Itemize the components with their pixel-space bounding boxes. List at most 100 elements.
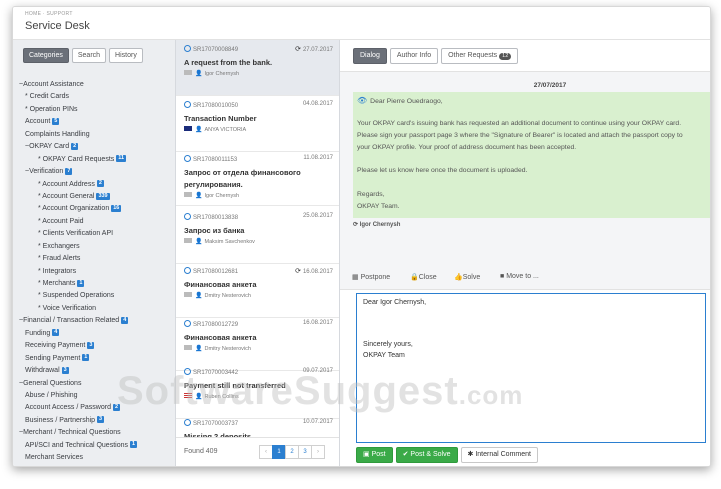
ticket-row[interactable]: SR17080012681 ⟳ 16.08.2017 Финансовая анкет…: [176, 262, 339, 318]
internal-comment-button[interactable]: ✱ Internal Comment: [460, 447, 538, 463]
category-item[interactable]: * Clients Verification API: [19, 228, 171, 240]
category-item[interactable]: * Voice Verification: [19, 303, 171, 315]
category-item[interactable]: * Exchangers: [19, 241, 171, 253]
category-item[interactable]: Merchant Services: [19, 452, 171, 464]
prev-page-button[interactable]: ‹: [259, 445, 273, 459]
tab-categories[interactable]: Categories: [23, 48, 69, 63]
category-item[interactable]: Account 5: [19, 116, 171, 128]
category-item[interactable]: * Fraud Alerts: [19, 253, 171, 265]
category-item[interactable]: * Operation PINs: [19, 104, 171, 116]
tab-search[interactable]: Search: [71, 48, 107, 63]
category-item[interactable]: * Account Paid: [19, 216, 171, 228]
category-item[interactable]: * Account Address 2: [19, 179, 171, 191]
tab-history[interactable]: History: [109, 48, 143, 63]
breadcrumb[interactable]: HOME · SUPPORT: [25, 11, 73, 17]
message-signature: OKPAY Team.: [357, 203, 400, 210]
ticket-row[interactable]: SR17080010050 04.08.2017 Transaction Numbe…: [176, 96, 339, 152]
category-item[interactable]: Withdrawal 3: [19, 365, 171, 377]
category-item[interactable]: ~OKPAY Card 2: [19, 141, 171, 153]
other-requests-count: 12: [499, 53, 512, 60]
post-and-solve-button[interactable]: ✔ Post & Solve: [395, 447, 458, 463]
category-item[interactable]: * Suspended Operations: [19, 290, 171, 302]
category-item[interactable]: Account Access / Password 2: [19, 402, 171, 414]
category-label: * Account Address: [38, 180, 95, 188]
category-item[interactable]: * Credit Cards: [19, 91, 171, 103]
reply-editor[interactable]: Dear Igor Chernysh, Sincerely yours, OKP…: [356, 293, 706, 443]
category-item[interactable]: * Account Organization 16: [19, 203, 171, 215]
category-item[interactable]: Receiving Payment 3: [19, 340, 171, 352]
category-count-badge: 5: [52, 117, 60, 125]
category-label: * Fraud Alerts: [38, 255, 81, 263]
folder-icon: ■: [500, 273, 505, 280]
ticket-list: SR17070008849 ⟳ 27.07.2017 A request from t…: [176, 40, 340, 466]
page-button[interactable]: 2: [285, 445, 299, 459]
close-button[interactable]: 🔒Close: [410, 273, 437, 281]
category-item[interactable]: ~Verification 7: [19, 166, 171, 178]
category-label: Account: [25, 118, 51, 126]
postpone-label: Postpone: [360, 274, 391, 281]
category-count-badge: 2: [96, 180, 104, 188]
ticket-row[interactable]: SR17070003442 09.07.2017 Payment still not…: [176, 363, 339, 419]
ticket-subject: Transaction Number: [184, 114, 257, 123]
category-item[interactable]: * Account General 339: [19, 191, 171, 203]
post-label: Post: [371, 451, 386, 458]
ticket-id: SR17080012681: [184, 267, 238, 275]
person-icon: 👤: [195, 71, 203, 77]
category-count-badge: 3: [61, 366, 69, 374]
tab-author-info[interactable]: Author Info: [389, 48, 439, 64]
category-label: ~Account Assistance: [19, 81, 84, 88]
flag-icon: [184, 292, 192, 297]
category-tree: ~Account Assistance * Credit Cards * Opera…: [19, 79, 171, 465]
move-to-button[interactable]: ■ Move to ...: [500, 273, 539, 280]
category-count-badge: 339: [96, 192, 110, 200]
ticket-date-text: 09.07.2017: [302, 368, 333, 374]
sidebar-tabs: Categories Search History: [23, 48, 146, 63]
category-item[interactable]: Abuse / Phishing: [19, 390, 171, 402]
ticket-id-text: SR17080013838: [193, 215, 239, 221]
ticket-id-text: SR17080012729: [193, 322, 239, 328]
ticket-subject: Финансовая анкета: [184, 280, 257, 289]
category-item[interactable]: API/SCI and Technical Questions 1: [19, 440, 171, 452]
ticket-date-text: 11.08.2017: [303, 155, 333, 161]
category-label: * Account Paid: [38, 217, 84, 225]
category-item[interactable]: ~Merchant / Technical Questions: [19, 427, 171, 439]
category-item[interactable]: Sending Payment 1: [19, 353, 171, 365]
category-count-badge: 2: [71, 142, 79, 150]
category-label: Sending Payment: [25, 354, 81, 362]
person-icon: 👤: [195, 346, 203, 352]
category-item[interactable]: * Merchants 1: [19, 278, 171, 290]
message-date: 27/07/2017: [533, 82, 567, 89]
postpone-button[interactable]: ▦ Postpone: [352, 273, 390, 281]
ticket-id-text: SR17070003442: [193, 370, 239, 376]
top-header: HOME · SUPPORT Service Desk: [13, 7, 710, 40]
solve-button[interactable]: 👍Solve: [454, 273, 480, 281]
category-item[interactable]: Complaints Handling: [19, 129, 171, 141]
ticket-author: 👤 ANYA VICTORIA: [184, 126, 246, 133]
category-item[interactable]: ~General Questions: [19, 378, 171, 390]
page-button[interactable]: 3: [298, 445, 312, 459]
category-item[interactable]: * Integrators: [19, 266, 171, 278]
ticket-author-name: Dmitry Nesterovich: [204, 346, 251, 352]
category-item[interactable]: ~Financial / Transaction Related 4: [19, 315, 171, 327]
page-button[interactable]: 1: [272, 445, 286, 459]
category-label: Complaints Handling: [25, 130, 90, 138]
ticket-id-text: SR17080010050: [193, 103, 239, 109]
ticket-row[interactable]: SR17080011153 11.08.2017 Запрос от отдела …: [176, 150, 339, 206]
category-item[interactable]: ~Account Assistance: [19, 79, 171, 91]
category-item[interactable]: * OKPAY Card Requests 11: [19, 154, 171, 166]
eye-icon[interactable]: 👁: [357, 96, 367, 105]
status-circle-icon: [184, 320, 191, 327]
tab-other-requests[interactable]: Other Requests 12: [441, 48, 519, 64]
person-icon: 👤: [195, 293, 203, 299]
post-button[interactable]: ▣ Post: [356, 447, 393, 463]
ticket-date: 04.08.2017: [303, 101, 333, 107]
flag-icon: [184, 345, 192, 350]
category-label: * Voice Verification: [38, 304, 96, 312]
next-page-button[interactable]: ›: [311, 445, 325, 459]
category-item[interactable]: Business / Partnership 3: [19, 415, 171, 427]
message-bubble: 👁 Dear Pierre Ouedraogo, Your OKPAY card'…: [353, 92, 710, 218]
ticket-row[interactable]: SR17070008849 ⟳ 27.07.2017 A request from t…: [176, 40, 339, 96]
tab-dialog[interactable]: Dialog: [353, 48, 387, 64]
ticket-row[interactable]: SR17080013838 25.08.2017 Запрос из банка 👤 M…: [176, 208, 339, 264]
category-item[interactable]: Funding 4: [19, 328, 171, 340]
